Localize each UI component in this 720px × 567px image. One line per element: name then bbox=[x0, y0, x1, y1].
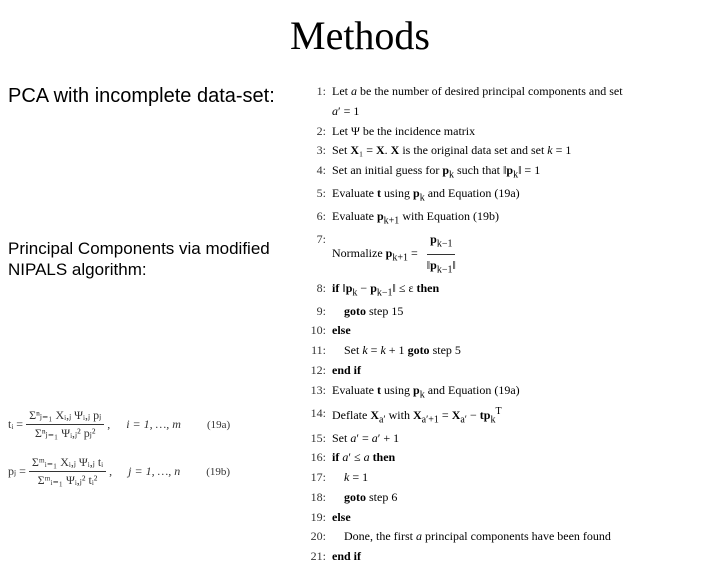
algo-text: k = 1 bbox=[332, 468, 368, 488]
algo-linenum: 9: bbox=[310, 302, 332, 322]
algo-text: if a′ ≤ a then bbox=[332, 448, 395, 468]
algo-text: end if bbox=[332, 361, 361, 381]
algo-text: Normalize pk+1 = pk−1‖pk−1‖ bbox=[332, 230, 462, 279]
algo-text: Evaluate pk+1 with Equation (19b) bbox=[332, 207, 499, 230]
algo-text: Evaluate t using pk and Equation (19a) bbox=[332, 184, 520, 207]
algo-text: Let Ψ be the incidence matrix bbox=[332, 122, 475, 142]
algo-text: Set k = k + 1 goto step 5 bbox=[332, 341, 461, 361]
algo-linenum: 7: bbox=[310, 230, 332, 279]
section-heading-nipals: Principal Components via modified NIPALS… bbox=[8, 238, 270, 281]
algo-linenum: 21: bbox=[310, 547, 332, 567]
algo-linenum: 12: bbox=[310, 361, 332, 381]
formula-numerator: Σᵐᵢ₌₁ Xᵢ,ⱼ Ψᵢ,ⱼ tᵢ bbox=[29, 455, 106, 472]
algo-text: Done, the first a principal components h… bbox=[332, 527, 611, 547]
algo-text: goto step 15 bbox=[332, 302, 403, 322]
algo-linenum: 11: bbox=[310, 341, 332, 361]
algo-linenum: 18: bbox=[310, 488, 332, 508]
algo-text: Let a be the number of desired principal… bbox=[332, 82, 623, 102]
algorithm-block: 1:Let a be the number of desired princip… bbox=[310, 82, 623, 567]
formula-lhs: pⱼ = bbox=[8, 464, 26, 479]
algo-linenum: 15: bbox=[310, 429, 332, 449]
algo-linenum: 20: bbox=[310, 527, 332, 547]
formula-domain: j = 1, …, n bbox=[128, 464, 180, 479]
formula-numerator: Σⁿⱼ₌₁ Xᵢ,ⱼ Ψᵢ,ⱼ pⱼ bbox=[26, 408, 104, 425]
algo-text: goto step 6 bbox=[332, 488, 397, 508]
algo-text: else bbox=[332, 508, 351, 528]
algo-linenum: 6: bbox=[310, 207, 332, 230]
algo-text: else bbox=[332, 321, 351, 341]
page-title: Methods bbox=[0, 0, 720, 59]
algo-linenum: 16: bbox=[310, 448, 332, 468]
algo-linenum: 17: bbox=[310, 468, 332, 488]
formula-19a: tᵢ = Σⁿⱼ₌₁ Xᵢ,ⱼ Ψᵢ,ⱼ pⱼ Σⁿⱼ₌₁ Ψᵢ,ⱼ² pⱼ² … bbox=[8, 408, 230, 441]
formula-label: (19a) bbox=[207, 419, 230, 431]
formula-19b: pⱼ = Σᵐᵢ₌₁ Xᵢ,ⱼ Ψᵢ,ⱼ tᵢ Σᵐᵢ₌₁ Ψᵢ,ⱼ² tᵢ² … bbox=[8, 455, 230, 488]
algo-linenum: 10: bbox=[310, 321, 332, 341]
algo-linenum: 4: bbox=[310, 161, 332, 184]
algo-text: Set an initial guess for pk such that ‖p… bbox=[332, 161, 540, 184]
algo-linenum: 19: bbox=[310, 508, 332, 528]
algo-linenum: 1: bbox=[310, 82, 332, 102]
algo-text: Evaluate t using pk and Equation (19a) bbox=[332, 381, 520, 404]
formula-denominator: Σⁿⱼ₌₁ Ψᵢ,ⱼ² pⱼ² bbox=[32, 425, 99, 441]
algo-linenum: 3: bbox=[310, 141, 332, 161]
algo-linenum: 14: bbox=[310, 404, 332, 429]
algo-text: a′ = 1 bbox=[332, 102, 359, 122]
nipals-line1: Principal Components via modified bbox=[8, 239, 270, 258]
algo-text: end if bbox=[332, 547, 361, 567]
algo-text: if ‖pk − pk−1‖ ≤ ε then bbox=[332, 279, 439, 302]
algo-text: Set X₁ = X. X is the original data set a… bbox=[332, 141, 571, 161]
formula-block: tᵢ = Σⁿⱼ₌₁ Xᵢ,ⱼ Ψᵢ,ⱼ pⱼ Σⁿⱼ₌₁ Ψᵢ,ⱼ² pⱼ² … bbox=[8, 408, 230, 502]
algo-linenum: 13: bbox=[310, 381, 332, 404]
algo-text: Set a′ = a′ + 1 bbox=[332, 429, 399, 449]
section-heading-pca: PCA with incomplete data-set: bbox=[8, 85, 275, 108]
formula-lhs: tᵢ = bbox=[8, 417, 23, 432]
nipals-line2: NIPALS algorithm: bbox=[8, 260, 147, 279]
algo-linenum bbox=[310, 102, 332, 122]
algo-linenum: 5: bbox=[310, 184, 332, 207]
algo-text: Deflate Xa′ with Xa′+1 = Xa′ − tpkT bbox=[332, 404, 502, 429]
formula-domain: i = 1, …, m bbox=[126, 417, 181, 432]
formula-denominator: Σᵐᵢ₌₁ Ψᵢ,ⱼ² tᵢ² bbox=[35, 472, 101, 488]
formula-label: (19b) bbox=[206, 466, 230, 478]
algo-linenum: 2: bbox=[310, 122, 332, 142]
algo-linenum: 8: bbox=[310, 279, 332, 302]
